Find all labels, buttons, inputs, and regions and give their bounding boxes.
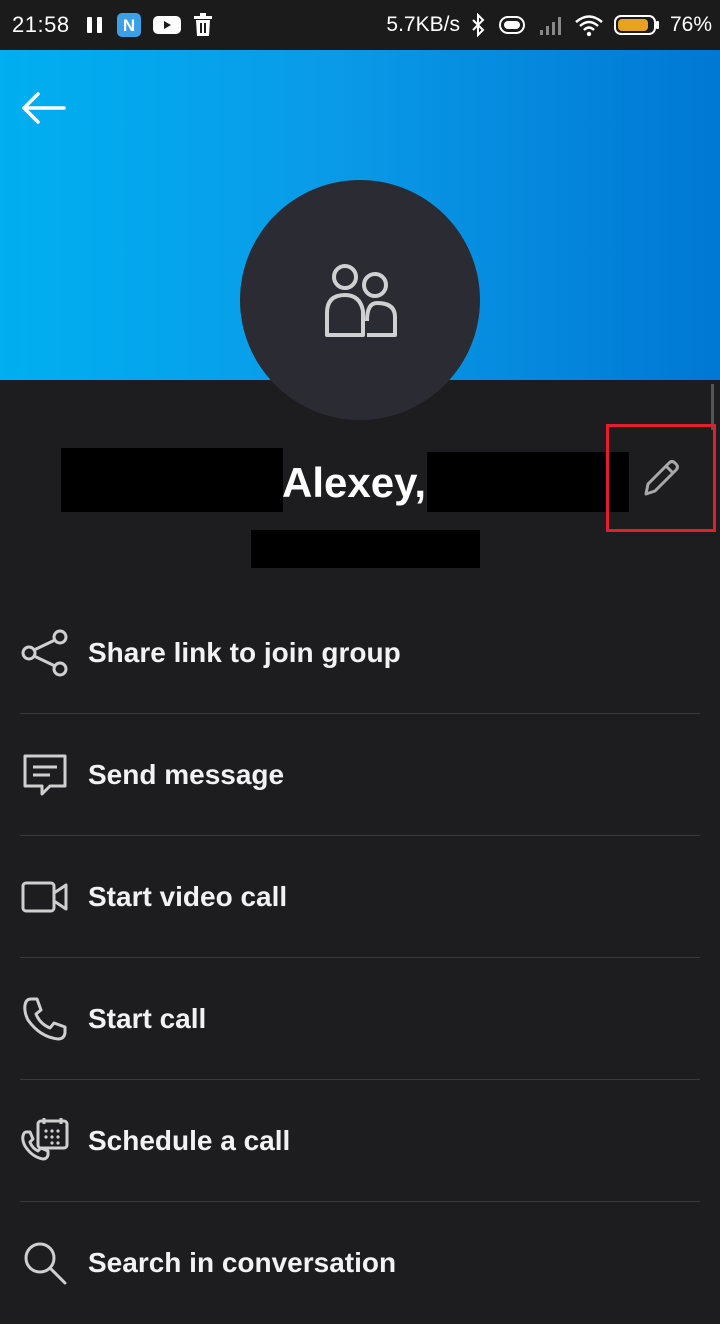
share-icon	[20, 628, 70, 678]
action-label: Start video call	[88, 881, 288, 912]
network-speed: 5.7KB/s	[386, 13, 460, 36]
action-label: Share link to join group	[88, 637, 401, 668]
start-call-action[interactable]: Start call	[0, 958, 720, 1080]
status-bar: 21:58 N 5.7KB/s 76%	[0, 0, 720, 50]
pause-icon	[84, 14, 106, 36]
message-icon	[20, 750, 70, 800]
schedule-call-icon	[20, 1116, 70, 1166]
redacted-name-part	[427, 452, 629, 512]
pencil-icon	[644, 460, 679, 496]
edit-name-button[interactable]	[606, 424, 716, 532]
vibrate-icon	[496, 14, 528, 36]
start-video-call-action[interactable]: Start video call	[0, 836, 720, 958]
arrow-left-icon	[22, 92, 66, 124]
battery-percent: 76%	[669, 13, 712, 36]
redacted-subtitle	[251, 530, 480, 568]
redacted-name-part	[61, 448, 283, 512]
search-icon	[20, 1238, 70, 1288]
battery-icon	[613, 13, 660, 37]
action-label: Schedule a call	[88, 1125, 291, 1156]
wifi-icon	[574, 13, 604, 37]
bluetooth-icon	[470, 13, 486, 37]
signal-icon	[538, 14, 564, 36]
schedule-call-action[interactable]: Schedule a call	[0, 1080, 720, 1202]
trash-icon	[192, 13, 214, 37]
share-link-action[interactable]: Share link to join group	[0, 592, 720, 714]
app-n-icon: N	[116, 12, 142, 38]
youtube-icon	[152, 14, 182, 36]
action-label: Search in conversation	[88, 1247, 397, 1278]
send-message-action[interactable]: Send message	[0, 714, 720, 836]
back-button[interactable]	[18, 88, 70, 128]
status-time: 21:58	[12, 12, 70, 37]
group-people-icon	[325, 264, 397, 337]
group-name: Alexey,	[282, 459, 426, 506]
search-conversation-action[interactable]: Search in conversation	[0, 1202, 720, 1324]
actions-list: Share link to join group Send message St…	[0, 592, 720, 1324]
phone-icon	[20, 994, 70, 1044]
video-camera-icon	[20, 872, 70, 922]
group-avatar[interactable]	[240, 180, 480, 420]
action-label: Start call	[88, 1003, 207, 1034]
svg-text:N: N	[122, 16, 134, 35]
action-label: Send message	[88, 759, 285, 790]
